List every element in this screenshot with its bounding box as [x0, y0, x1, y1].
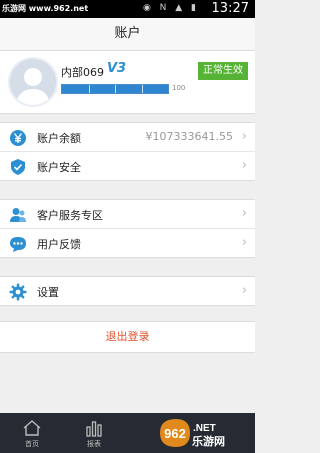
- status-icons: ◉ N ▲ ▮: [142, 3, 199, 13]
- avatar-placeholder-icon: [16, 68, 50, 105]
- chevron-right-icon: ›: [241, 129, 247, 144]
- row-balance[interactable]: 账户余额 ¥107333641.55 ›: [0, 123, 255, 151]
- progress-divider: [88, 85, 90, 93]
- chevron-right-icon: ›: [241, 206, 247, 221]
- level-progress-bar: [61, 84, 169, 94]
- settings-group: 设置 ›: [0, 276, 255, 306]
- status-button[interactable]: 正常生效: [198, 62, 248, 80]
- row-customer-service[interactable]: 客户服务专区 ›: [0, 200, 255, 228]
- svg-text:乐游网: 乐游网: [192, 434, 225, 448]
- progress-divider: [141, 85, 143, 93]
- tab-home[interactable]: 首页: [6, 413, 58, 453]
- status-time: 13:27: [211, 1, 249, 16]
- home-icon: [23, 420, 41, 436]
- logout-button[interactable]: 退出登录: [0, 321, 255, 353]
- gear-icon: [9, 283, 27, 301]
- balance-value: ¥107333641.55: [145, 130, 233, 143]
- row-label: 用户反馈: [37, 238, 81, 251]
- row-security[interactable]: 账户安全 ›: [0, 151, 255, 180]
- watermark-text: 乐游网 www.962.net: [2, 4, 89, 13]
- yen-icon: [10, 130, 26, 146]
- user-name: 内部069: [61, 66, 104, 79]
- chart-icon: [86, 421, 102, 437]
- progress-value: 100: [172, 84, 186, 92]
- chevron-right-icon: ›: [241, 158, 247, 173]
- profile-card: 内部069 V3 正常生效 100: [0, 51, 255, 114]
- shield-icon: [11, 159, 25, 175]
- row-settings[interactable]: 设置 ›: [0, 277, 255, 305]
- tab-reports[interactable]: 报表: [68, 413, 120, 453]
- page-title: 账户: [0, 18, 255, 51]
- tab-label: 报表: [87, 440, 101, 448]
- row-label: 设置: [37, 286, 59, 299]
- tab-label: 首页: [25, 440, 39, 448]
- row-label: 客户服务专区: [37, 209, 103, 222]
- avatar[interactable]: [8, 57, 58, 107]
- account-group: 账户余额 ¥107333641.55 › 账户安全 ›: [0, 122, 255, 181]
- svg-text:.NET: .NET: [193, 423, 216, 434]
- chevron-right-icon: ›: [241, 235, 247, 250]
- svg-text:962: 962: [164, 426, 186, 441]
- progress-divider: [115, 85, 116, 93]
- vip-level-badge: V3: [107, 61, 127, 76]
- row-label: 账户余额: [37, 132, 81, 145]
- status-bar: 乐游网 www.962.net ◉ N ▲ ▮ 13:27: [0, 0, 255, 18]
- brand-logo: 962 .NET 乐游网: [160, 419, 225, 448]
- service-group: 客户服务专区 › 用户反馈 ›: [0, 199, 255, 258]
- row-label: 账户安全: [37, 161, 81, 174]
- row-feedback[interactable]: 用户反馈 ›: [0, 228, 255, 257]
- customer-service-icon: [10, 208, 26, 222]
- feedback-icon: [10, 237, 26, 252]
- chevron-right-icon: ›: [241, 283, 247, 298]
